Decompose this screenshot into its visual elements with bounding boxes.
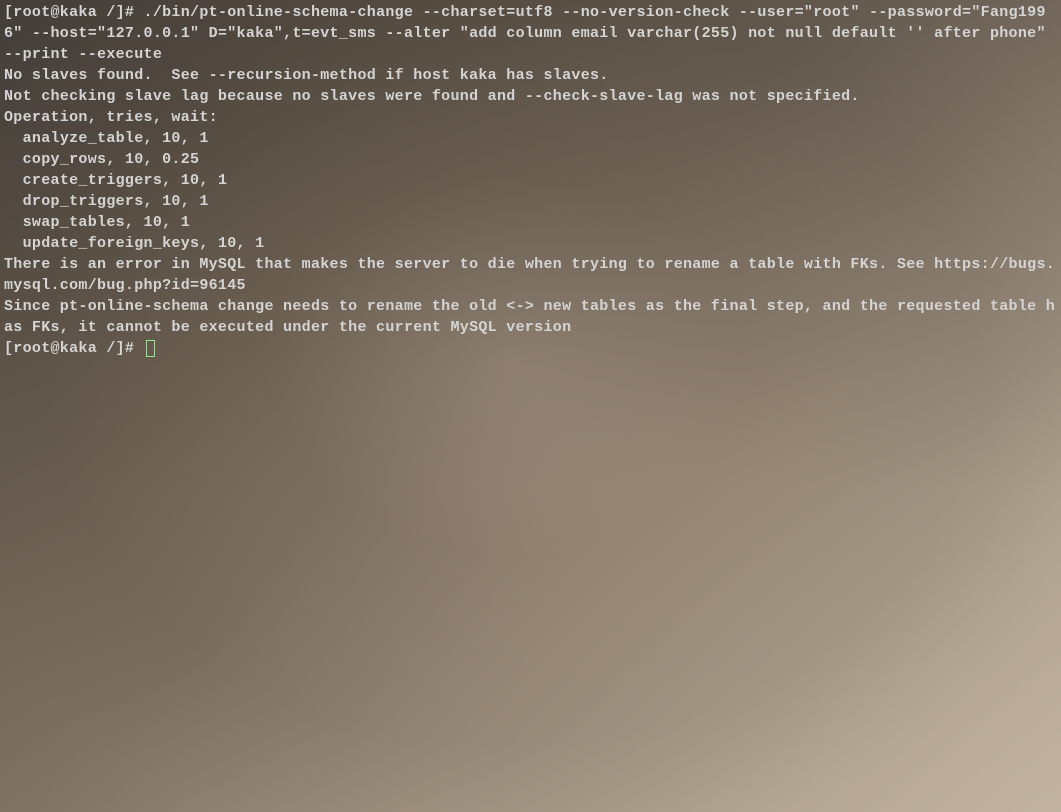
- output-line: No slaves found. See --recursion-method …: [4, 65, 1057, 86]
- cursor-icon: [146, 340, 155, 357]
- output-line: update_foreign_keys, 10, 1: [4, 233, 1057, 254]
- command-text: ./bin/pt-online-schema-change --charset=…: [4, 4, 1055, 63]
- shell-prompt: [root@kaka /]#: [4, 340, 144, 357]
- shell-prompt: [root@kaka /]#: [4, 4, 144, 21]
- output-line: drop_triggers, 10, 1: [4, 191, 1057, 212]
- output-line: copy_rows, 10, 0.25: [4, 149, 1057, 170]
- output-line: Since pt-online-schema change needs to r…: [4, 296, 1057, 338]
- output-line: Not checking slave lag because no slaves…: [4, 86, 1057, 107]
- output-line: create_triggers, 10, 1: [4, 170, 1057, 191]
- prompt-line: [root@kaka /]#: [4, 338, 1057, 359]
- output-line: Operation, tries, wait:: [4, 107, 1057, 128]
- output-line: swap_tables, 10, 1: [4, 212, 1057, 233]
- output-line: analyze_table, 10, 1: [4, 128, 1057, 149]
- output-line: There is an error in MySQL that makes th…: [4, 254, 1057, 296]
- command-line: [root@kaka /]# ./bin/pt-online-schema-ch…: [4, 2, 1057, 65]
- terminal-output-area[interactable]: [root@kaka /]# ./bin/pt-online-schema-ch…: [0, 0, 1061, 361]
